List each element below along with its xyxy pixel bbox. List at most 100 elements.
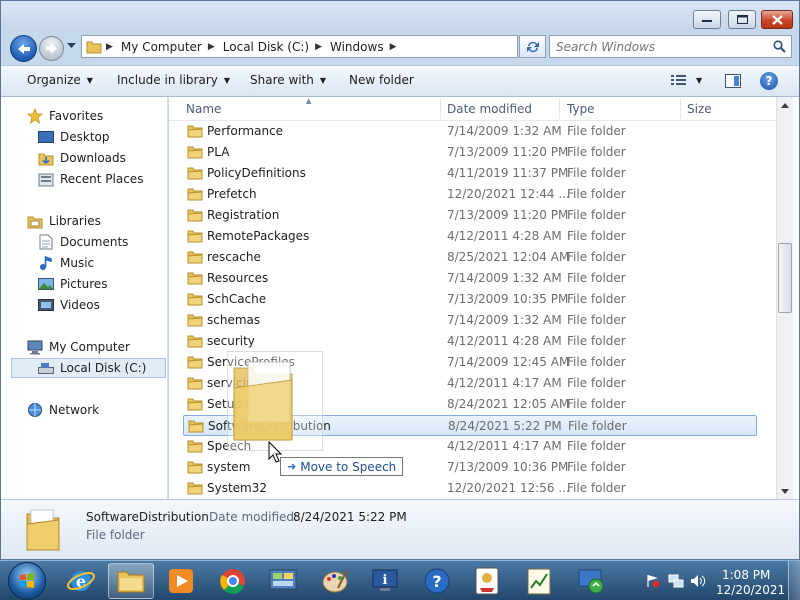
file-name: Registration [207,208,280,222]
taskbar-notepad-chart[interactable] [516,563,562,599]
file-type: File folder [567,166,626,180]
search-icon[interactable] [773,40,786,53]
file-date-modified: 7/14/2009 1:32 AM [447,124,562,138]
system-info-icon: i [372,569,398,591]
table-row[interactable]: rescache 8/25/2021 12:04 AM File folder [183,247,757,268]
file-type: File folder [567,481,626,495]
maximize-icon [736,15,748,24]
folder-icon [187,440,203,453]
nav-label: Documents [60,235,129,249]
column-header-name[interactable]: Name [186,102,221,116]
taskbar-help[interactable]: ? [414,563,460,599]
column-divider[interactable] [440,99,441,119]
new-folder-button[interactable]: New folder [349,73,414,87]
breadcrumb-my-computer[interactable]: My Computer [121,40,202,54]
table-row[interactable]: security 4/12/2011 4:28 AM File folder [183,331,757,352]
refresh-button[interactable] [519,35,546,58]
taskbar-control-panel[interactable] [260,563,306,599]
file-date-modified: 7/13/2009 11:20 PM [447,208,569,222]
breadcrumb-separator[interactable]: ▶ [390,42,397,52]
scrollbar-thumb[interactable] [778,243,792,313]
file-type: File folder [567,334,626,348]
scroll-up-button[interactable] [777,97,793,113]
command-bar: Organize ▼ Include in library ▼ Share with… [1,65,799,97]
taskbar-media-player[interactable] [158,563,204,599]
taskbar-solitaire[interactable] [464,563,510,599]
file-date-modified: 8/24/2021 5:22 PM [448,419,562,433]
navigation-pane: Favorites Desktop Downloads Recent Place… [1,97,168,499]
clock-date[interactable]: 12/20/2021 [716,583,785,597]
taskbar-chrome[interactable] [210,563,256,599]
volume-icon[interactable] [690,574,706,588]
file-name: SchCache [207,292,267,306]
maximize-button[interactable] [728,10,756,29]
file-date-modified: 12/20/2021 12:56 ... [447,481,570,495]
change-view-button[interactable] [671,74,687,87]
breadcrumb-windows[interactable]: Windows [330,40,384,54]
file-name: system [207,460,251,474]
start-button[interactable] [8,562,46,600]
file-type: File folder [567,460,626,474]
file-explorer-icon [117,571,145,593]
clock-time[interactable]: 1:08 PM [722,568,770,582]
close-button[interactable] [761,10,793,29]
nav-local-disk[interactable]: Local Disk (C:) [11,358,166,378]
help-button[interactable]: ? [760,72,778,90]
table-row[interactable]: Performance 7/14/2009 1:32 AM File folder [183,121,757,142]
breadcrumb-separator[interactable]: ▶ [106,42,113,52]
share-label: Share with [250,73,314,87]
breadcrumb-separator[interactable]: ▶ [315,42,322,52]
vertical-scrollbar[interactable] [776,97,793,499]
folder-icon [187,293,203,306]
breadcrumb-local-disk[interactable]: Local Disk (C:) [223,40,309,54]
taskbar-windows-update[interactable] [568,563,614,599]
organize-button[interactable]: Organize ▼ [27,73,93,87]
include-in-library-button[interactable]: Include in library ▼ [117,73,230,87]
column-divider[interactable] [559,99,560,119]
minimize-button[interactable] [693,10,721,29]
table-row[interactable]: Resources 7/14/2009 1:32 AM File folder [183,268,757,289]
file-date-modified: 7/14/2009 1:32 AM [447,313,562,327]
search-input[interactable] [556,39,756,54]
share-with-button[interactable]: Share with ▼ [250,73,326,87]
table-row[interactable]: schemas 7/14/2009 1:32 AM File folder [183,310,757,331]
network-status-icon[interactable] [668,574,684,588]
table-row[interactable]: Prefetch 12/20/2021 12:44 ... File folder [183,184,757,205]
view-options-dropdown-icon[interactable]: ▼ [696,76,702,85]
column-divider[interactable] [680,99,681,119]
column-header-size[interactable]: Size [687,102,712,116]
taskbar-paint[interactable] [312,563,358,599]
forward-button[interactable] [39,36,64,61]
table-row[interactable]: System32 12/20/2021 12:56 ... File folder [183,478,757,499]
file-date-modified: 8/25/2021 12:04 AM [447,250,570,264]
preview-pane-button[interactable] [725,74,741,88]
scroll-down-button[interactable] [777,483,793,499]
taskbar-internet-explorer[interactable]: e [58,563,104,599]
folder-icon [187,482,203,495]
table-row[interactable]: RemotePackages 4/12/2011 4:28 AM File fold… [183,226,757,247]
refresh-icon [526,41,539,52]
details-pane: SoftwareDistribution Date modified: 8/24… [1,499,799,559]
back-button[interactable] [10,35,37,62]
search-box[interactable] [549,35,792,58]
table-row[interactable]: PLA 7/13/2009 11:20 PM File folder [183,142,757,163]
table-row[interactable]: PolicyDefinitions 4/11/2019 11:37 PM File … [183,163,757,184]
file-date-modified: 4/12/2011 4:17 AM [447,439,562,453]
folder-icon [187,335,203,348]
taskbar-system-info[interactable]: i [362,563,408,599]
table-row[interactable]: SchCache 7/13/2009 10:35 PM File folder [183,289,757,310]
table-row[interactable]: Registration 7/13/2009 11:20 PM File folde… [183,205,757,226]
action-center-icon[interactable] [646,574,660,588]
drag-tooltip-text: Move to Speech [300,459,397,474]
folder-icon [86,41,102,53]
details-type: File folder [86,528,145,542]
column-header-type[interactable]: Type [567,102,595,116]
show-desktop-button[interactable] [788,561,800,600]
address-bar[interactable]: ▶ My Computer ▶ Local Disk (C:) ▶ Window… [81,35,518,58]
column-header-date[interactable]: Date modified [447,102,532,116]
recent-pages-dropdown-icon[interactable] [67,43,76,49]
breadcrumb-separator[interactable]: ▶ [208,42,215,52]
folder-icon [187,398,203,411]
taskbar-file-explorer[interactable] [108,563,154,599]
title-bar[interactable] [1,1,799,31]
